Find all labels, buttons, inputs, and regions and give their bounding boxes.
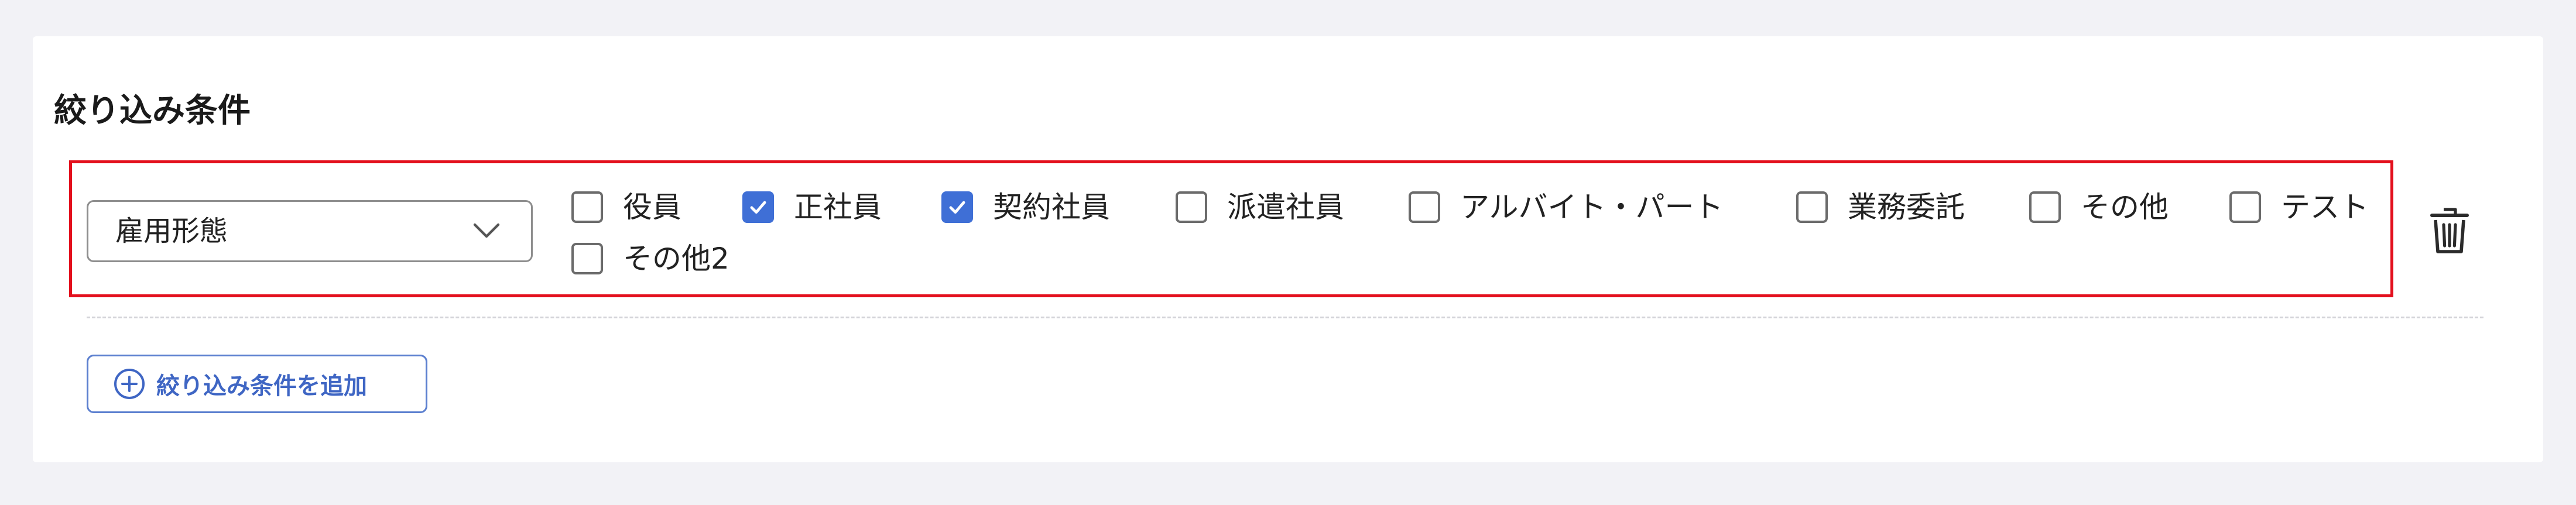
option-label: 業務委託 <box>1848 190 1965 224</box>
section-divider <box>87 317 2483 318</box>
checkbox[interactable] <box>571 243 603 274</box>
option-checkbox-group: 役員 正社員 契約社員 派遣社員 アルバイト・パート 業務委託 その他 テスト … <box>571 184 2386 289</box>
add-filter-condition-button[interactable]: 絞り込み条件を追加 <box>87 355 427 413</box>
option-label: テスト <box>2281 190 2369 224</box>
checkbox[interactable] <box>1796 191 1828 223</box>
checkbox[interactable] <box>2229 191 2261 223</box>
option-tesuto[interactable]: テスト <box>2229 184 2369 231</box>
chevron-down-icon <box>473 223 500 238</box>
option-keiyaku-shain[interactable]: 契約社員 <box>941 184 1110 231</box>
checkbox[interactable] <box>2029 191 2061 223</box>
checkbox[interactable] <box>941 191 973 223</box>
option-arubaito-paato[interactable]: アルバイト・パート <box>1409 184 1724 231</box>
plus-circle-icon <box>114 369 145 399</box>
condition-type-value: 雇用形態 <box>115 215 228 248</box>
checkbox[interactable] <box>1409 191 1440 223</box>
option-label: その他 <box>2081 190 2169 224</box>
checkbox[interactable] <box>1176 191 1207 223</box>
add-filter-condition-label: 絞り込み条件を追加 <box>156 373 367 400</box>
trash-icon[interactable] <box>2430 206 2469 255</box>
option-haken-shain[interactable]: 派遣社員 <box>1176 184 1344 231</box>
option-seishain[interactable]: 正社員 <box>742 184 882 231</box>
option-sonota[interactable]: その他 <box>2029 184 2169 231</box>
checkbox[interactable] <box>571 191 603 223</box>
option-label: その他2 <box>623 242 729 276</box>
check-icon <box>750 201 766 214</box>
option-label: 契約社員 <box>993 190 1110 224</box>
condition-type-select[interactable]: 雇用形態 <box>87 200 533 262</box>
option-sonota-2[interactable]: その他2 <box>571 235 729 282</box>
option-label: 役員 <box>623 190 681 224</box>
option-label: 派遣社員 <box>1227 190 1344 224</box>
checkbox[interactable] <box>742 191 774 223</box>
option-yakuin[interactable]: 役員 <box>571 184 681 231</box>
check-icon <box>949 201 965 214</box>
option-label: 正社員 <box>794 190 882 224</box>
option-label: アルバイト・パート <box>1460 190 1724 224</box>
section-title: 絞り込み条件 <box>54 92 251 130</box>
option-gyomu-itaku[interactable]: 業務委託 <box>1796 184 1965 231</box>
